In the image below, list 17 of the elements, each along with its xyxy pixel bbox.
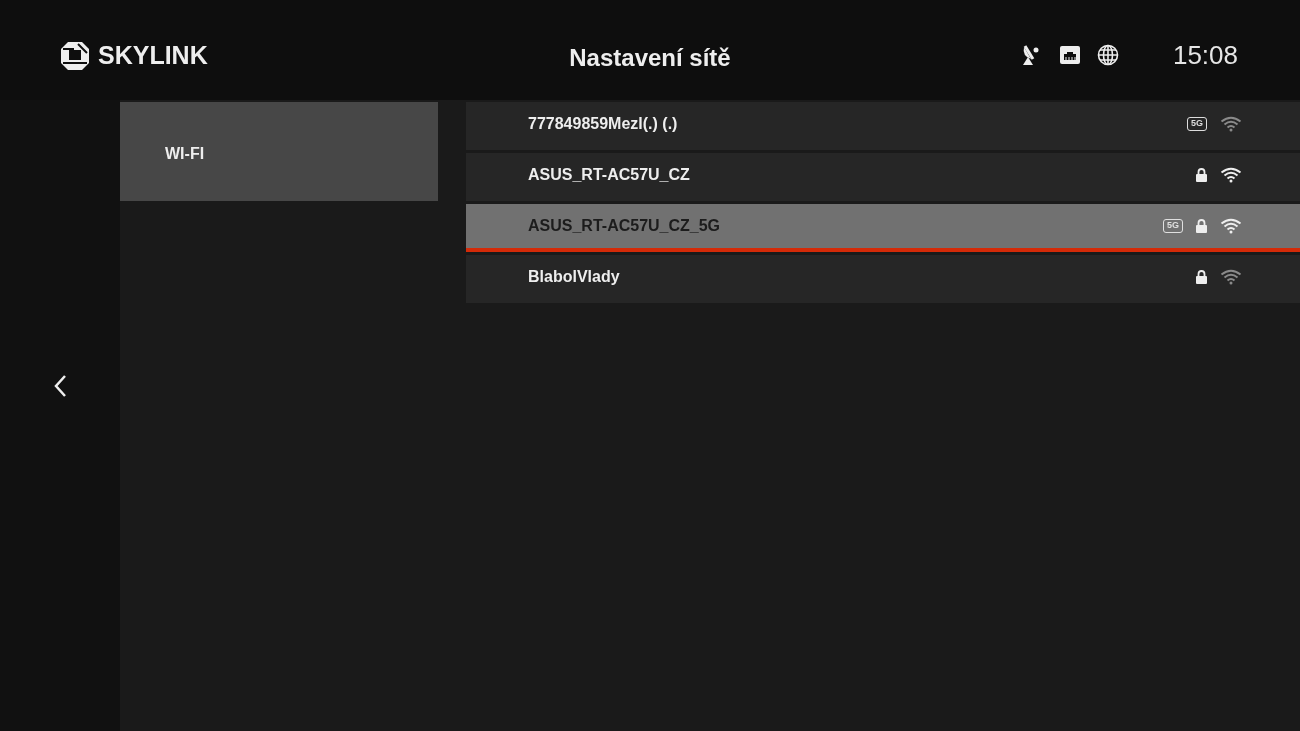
network-row[interactable]: ASUS_RT-AC57U_CZ (466, 153, 1300, 201)
network-name: ASUS_RT-AC57U_CZ (528, 165, 690, 185)
clock-time: 15:08 (1172, 38, 1238, 72)
network-row[interactable]: BlabolVlady (466, 255, 1300, 303)
network-name: ASUS_RT-AC57U_CZ_5G (528, 216, 721, 236)
network-row[interactable]: ASUS_RT-AC57U_CZ_5G 5G (466, 204, 1300, 252)
network-name: 777849859Mezl(.) (.) (528, 114, 678, 134)
logo-icon (60, 41, 90, 71)
ethernet-icon (1058, 45, 1081, 65)
globe-icon (1096, 44, 1119, 66)
logo-text: SKYLINK (98, 40, 208, 72)
band-badge: 5G (1163, 219, 1183, 233)
sidebar-item[interactable]: WI-FI (120, 102, 438, 201)
band-badge: 5G (1187, 117, 1207, 131)
network-name: BlabolVlady (528, 267, 620, 287)
network-row[interactable]: 777849859Mezl(.) (.) 5G (466, 102, 1300, 150)
page-title: Nastavení sítě (569, 44, 731, 71)
